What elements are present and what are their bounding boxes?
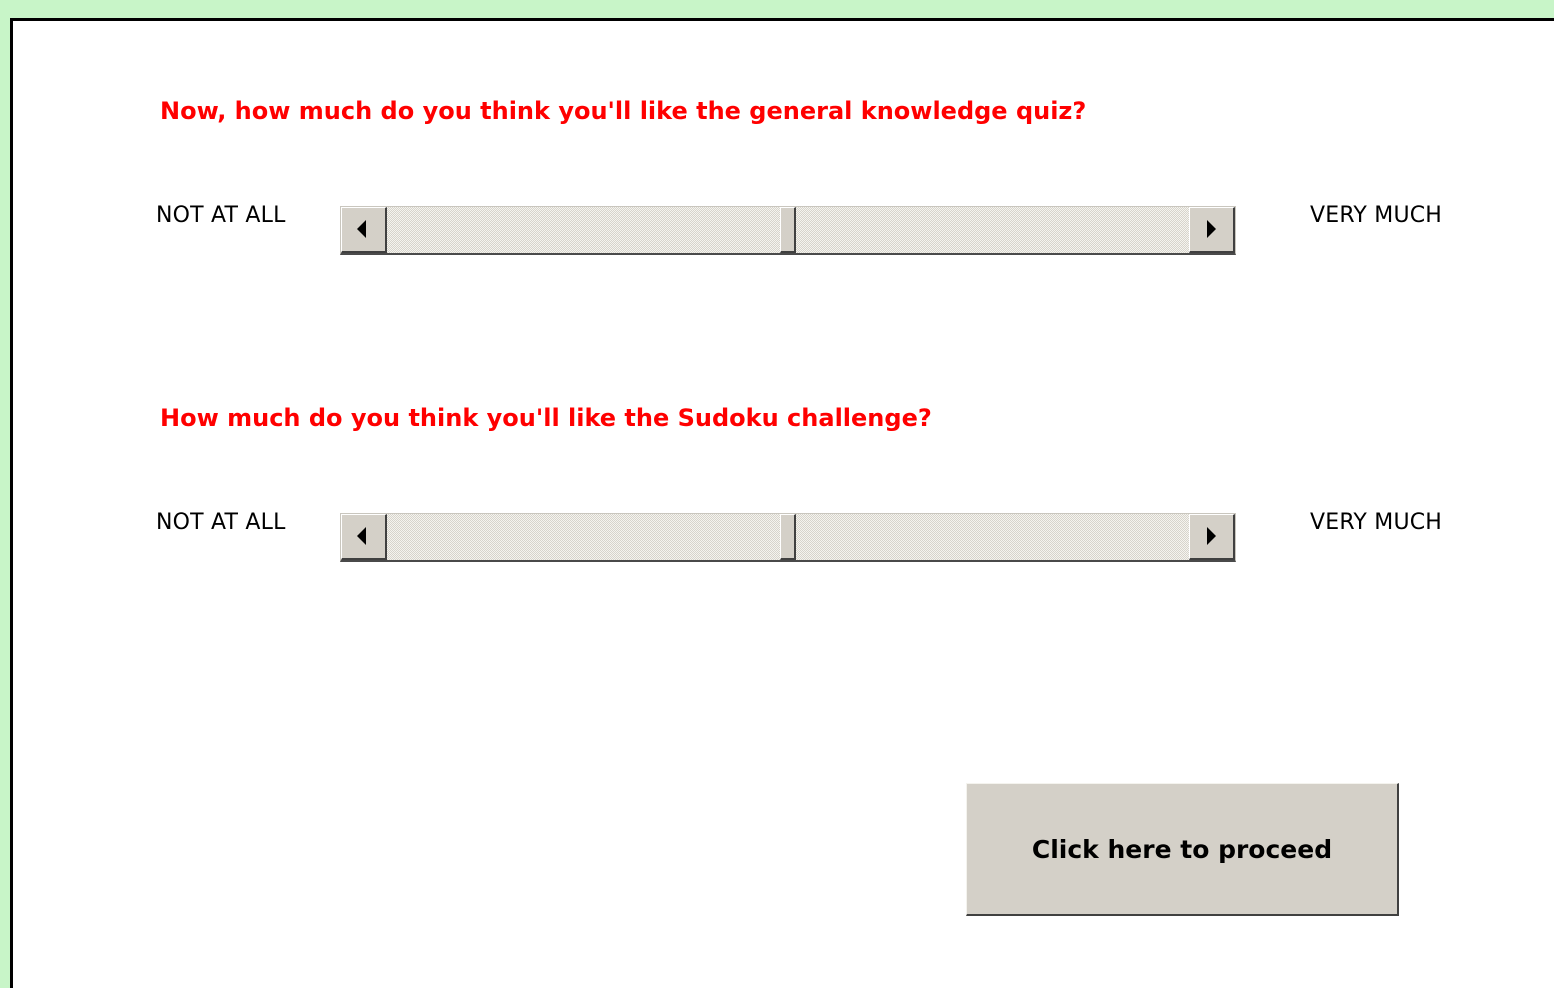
rating-slider-sudoku[interactable] bbox=[340, 513, 1236, 562]
right-arrow-icon bbox=[1207, 527, 1216, 545]
slider-increase-button[interactable] bbox=[1189, 207, 1235, 253]
label-very-much: VERY MUCH bbox=[1310, 510, 1443, 535]
slider-decrease-button[interactable] bbox=[341, 207, 387, 253]
left-arrow-icon bbox=[357, 527, 366, 545]
label-not-at-all: NOT AT ALL bbox=[156, 510, 286, 535]
survey-panel: Now, how much do you think you'll like t… bbox=[10, 18, 1554, 988]
question-general-knowledge: Now, how much do you think you'll like t… bbox=[160, 97, 1087, 125]
slider-thumb[interactable] bbox=[780, 514, 796, 560]
label-not-at-all: NOT AT ALL bbox=[156, 203, 286, 228]
question-sudoku: How much do you think you'll like the Su… bbox=[160, 404, 932, 432]
right-arrow-icon bbox=[1207, 220, 1216, 238]
slider-increase-button[interactable] bbox=[1189, 514, 1235, 560]
label-very-much: VERY MUCH bbox=[1310, 203, 1443, 228]
rating-slider-general-knowledge[interactable] bbox=[340, 206, 1236, 255]
left-arrow-icon bbox=[357, 220, 366, 238]
slider-decrease-button[interactable] bbox=[341, 514, 387, 560]
proceed-button[interactable]: Click here to proceed bbox=[966, 783, 1399, 916]
slider-thumb[interactable] bbox=[780, 207, 796, 253]
